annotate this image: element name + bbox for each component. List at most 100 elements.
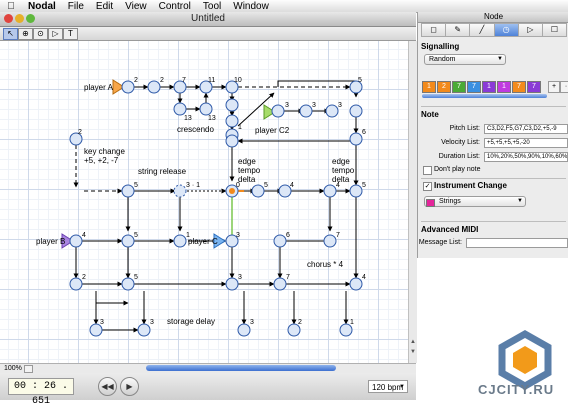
channel-chip[interactable]: 1 bbox=[422, 81, 436, 93]
velocity-list-label: Velocity List: bbox=[441, 139, 480, 146]
dont-play-label: Don't play note bbox=[434, 166, 481, 173]
menu-view[interactable]: View bbox=[119, 1, 153, 12]
graph-node[interactable] bbox=[69, 234, 83, 248]
graph-node[interactable] bbox=[349, 277, 363, 291]
divider bbox=[421, 106, 566, 107]
svg-text:10: 10 bbox=[234, 77, 242, 84]
label-player-b: player B bbox=[36, 237, 65, 246]
menu-edit[interactable]: Edit bbox=[90, 1, 119, 12]
graph-node[interactable] bbox=[323, 234, 337, 248]
graph-node[interactable] bbox=[271, 104, 285, 118]
transport-bar: 00 : 26 . 651 ◀◀ ▶ 120 bpm ▼ bbox=[0, 373, 416, 407]
duration-list-label: Duration List: bbox=[438, 153, 480, 160]
label-edge-2: edge bbox=[332, 157, 350, 166]
graph-node[interactable] bbox=[273, 277, 287, 291]
tab-player[interactable]: ▷ bbox=[517, 23, 542, 37]
message-list-label: Message List: bbox=[418, 239, 462, 246]
nodal-graph[interactable]: 227 11 10 5 13 131 333 26 53 · 10 5445 451 … bbox=[0, 41, 408, 363]
menu-tool[interactable]: Tool bbox=[197, 1, 227, 12]
graph-node[interactable] bbox=[273, 234, 287, 248]
graph-node[interactable] bbox=[225, 114, 239, 128]
tempo-field[interactable]: 120 bpm ▼ bbox=[368, 380, 408, 393]
play-button[interactable]: ▶ bbox=[120, 377, 139, 396]
graph-node[interactable] bbox=[349, 104, 363, 118]
channel-scrollbar[interactable] bbox=[422, 94, 547, 98]
graph-node[interactable] bbox=[173, 234, 187, 248]
graph-node[interactable] bbox=[323, 184, 337, 198]
graph-node[interactable] bbox=[325, 104, 339, 118]
horizontal-scrollbar[interactable]: 100% bbox=[0, 363, 416, 373]
graph-node[interactable] bbox=[299, 104, 313, 118]
rewind-button[interactable]: ◀◀ bbox=[98, 377, 117, 396]
svg-text:5: 5 bbox=[134, 182, 138, 189]
tab-pencil[interactable]: ✎ bbox=[445, 23, 470, 37]
tab-edge[interactable]: ╱ bbox=[469, 23, 494, 37]
channel-chip[interactable]: 2 bbox=[437, 81, 451, 93]
svg-text:5: 5 bbox=[362, 182, 366, 189]
tempo-dropdown-icon[interactable]: ▼ bbox=[399, 381, 405, 394]
instrument-value: Strings bbox=[439, 198, 461, 205]
menu-control[interactable]: Control bbox=[153, 1, 197, 12]
tab-general[interactable]: ◻ bbox=[421, 23, 446, 37]
message-list-field[interactable] bbox=[466, 238, 568, 248]
graph-node[interactable] bbox=[225, 277, 239, 291]
svg-text:6: 6 bbox=[362, 129, 366, 136]
graph-node[interactable] bbox=[225, 134, 239, 148]
scroll-thumb[interactable] bbox=[146, 365, 336, 371]
label-player-c2: player C2 bbox=[255, 126, 290, 135]
more-channels-button[interactable]: · bbox=[560, 81, 568, 93]
graph-node[interactable] bbox=[251, 184, 265, 198]
scroll-up-icon[interactable]: ▲ bbox=[409, 339, 417, 347]
svg-text:13: 13 bbox=[184, 115, 192, 122]
graph-node[interactable] bbox=[147, 80, 161, 94]
select-tool-button[interactable]: ↖ bbox=[3, 28, 18, 40]
text-tool-button[interactable]: T bbox=[63, 28, 78, 40]
graph-node[interactable] bbox=[237, 323, 251, 337]
label-player-a: player A bbox=[84, 83, 114, 92]
channel-chip[interactable]: 1 bbox=[482, 81, 496, 93]
channel-chip[interactable]: 7 bbox=[467, 81, 481, 93]
graph-node[interactable] bbox=[121, 80, 135, 94]
graph-node[interactable] bbox=[121, 277, 135, 291]
title-bar: Untitled bbox=[0, 12, 416, 27]
graph-node[interactable] bbox=[349, 132, 363, 146]
graph-canvas[interactable]: 227 11 10 5 13 13 1 333 26 53 · 10 5445 451 … bbox=[0, 41, 408, 363]
channel-chip[interactable]: 7 bbox=[452, 81, 466, 93]
vertical-scrollbar[interactable]: ▲ ▼ bbox=[408, 41, 417, 363]
menu-file[interactable]: File bbox=[62, 1, 90, 12]
svg-text:1: 1 bbox=[238, 124, 242, 131]
svg-text:3: 3 bbox=[100, 319, 104, 326]
instrument-change-checkbox[interactable]: ✓ bbox=[423, 182, 432, 191]
player-tool-button[interactable]: ▷ bbox=[48, 28, 63, 40]
signalling-select[interactable]: Random ▼ bbox=[424, 54, 506, 65]
instrument-select[interactable]: Strings ▼ bbox=[424, 196, 526, 207]
apple-menu-icon[interactable]:  bbox=[0, 1, 22, 12]
channel-chip[interactable]: 7 bbox=[512, 81, 526, 93]
channel-chip[interactable]: 7 bbox=[527, 81, 541, 93]
menu-app[interactable]: Nodal bbox=[22, 1, 62, 12]
node-tool-button[interactable]: ⊙ bbox=[33, 28, 48, 40]
dont-play-checkbox[interactable] bbox=[423, 166, 432, 175]
graph-node[interactable] bbox=[225, 98, 239, 112]
graph-node[interactable] bbox=[137, 323, 151, 337]
graph-node[interactable] bbox=[121, 184, 135, 198]
scroll-down-icon[interactable]: ▼ bbox=[409, 349, 417, 357]
menu-window[interactable]: Window bbox=[227, 1, 275, 12]
zoom-tool-button[interactable]: ⊕ bbox=[18, 28, 33, 40]
channel-chip[interactable]: 1 bbox=[497, 81, 511, 93]
label-player-c: player C bbox=[188, 237, 218, 246]
graph-node[interactable] bbox=[173, 102, 187, 116]
tab-node[interactable]: ◷ bbox=[493, 23, 518, 37]
velocity-list-field[interactable]: +5,+5,+5,+5,-20 bbox=[484, 138, 568, 148]
tab-document[interactable]: ☐ bbox=[541, 23, 568, 37]
graph-node[interactable] bbox=[121, 234, 135, 248]
pitch-list-field[interactable]: C3,D2,F5,G7,C3,D2,+5,-9 bbox=[484, 124, 568, 134]
zoom-level[interactable]: 100% bbox=[4, 364, 22, 373]
graph-node[interactable] bbox=[69, 277, 83, 291]
add-channel-button[interactable]: + bbox=[548, 81, 560, 93]
graph-node[interactable] bbox=[173, 184, 187, 198]
zoom-dropdown-icon[interactable] bbox=[24, 365, 33, 373]
graph-node[interactable] bbox=[199, 102, 213, 116]
duration-list-field[interactable]: 10%,20%,50%,90%,10%,60% bbox=[484, 152, 568, 162]
graph-node[interactable] bbox=[349, 184, 363, 198]
